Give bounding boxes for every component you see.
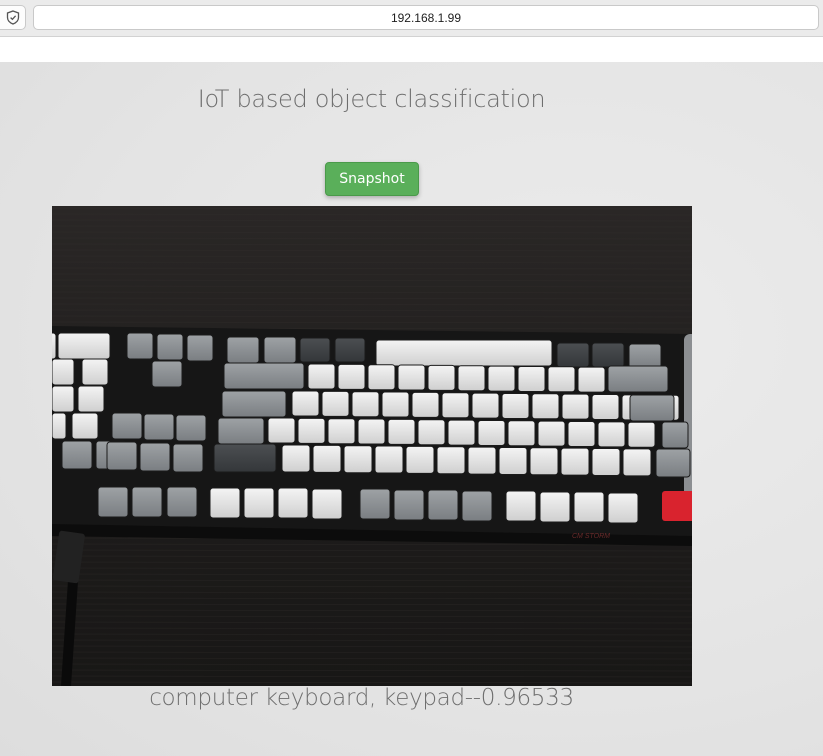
shield-icon: [6, 10, 20, 25]
browser-toolbar: 192.168.1.99: [0, 0, 823, 37]
camera-image: CM STORM: [52, 206, 692, 686]
url-text: 192.168.1.99: [390, 10, 462, 25]
page-content: IoT based object classification Snapshot: [0, 62, 823, 756]
address-bar[interactable]: 192.168.1.99: [33, 5, 819, 30]
keyboard-photo: CM STORM: [52, 206, 692, 686]
snapshot-button[interactable]: Snapshot: [325, 162, 419, 196]
classification-result: computer keyboard, keypad--0.96533: [149, 685, 574, 711]
toolbar-spacer: [0, 37, 823, 62]
svg-text:CM STORM: CM STORM: [572, 533, 610, 540]
privacy-shield-button[interactable]: [0, 5, 26, 30]
page-title: IoT based object classification: [197, 85, 546, 113]
